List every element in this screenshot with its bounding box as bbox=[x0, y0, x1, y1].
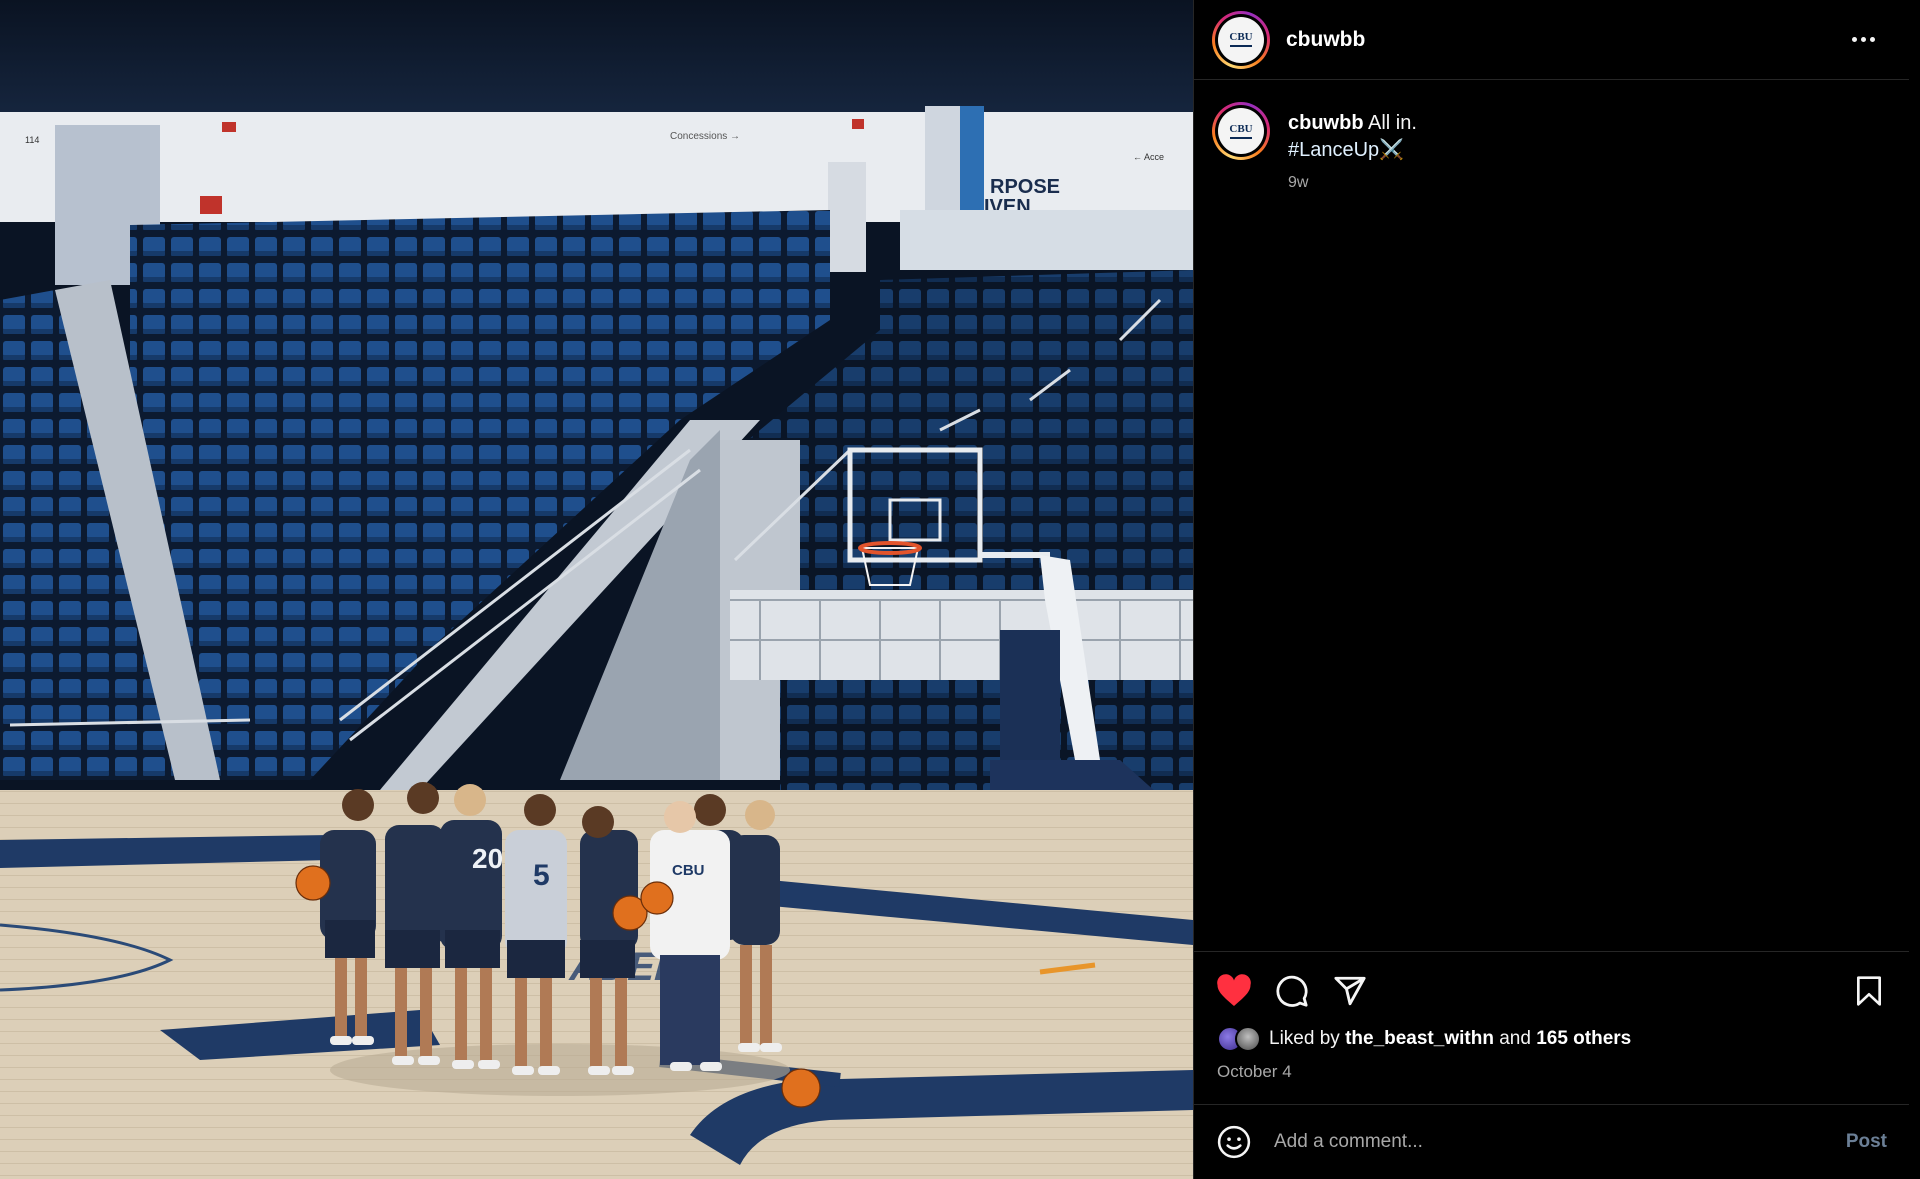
caption-username[interactable]: cbuwbb bbox=[1288, 112, 1364, 134]
post-caption: CBU cbuwbb All in. #LanceUp⚔️ 9w bbox=[1194, 80, 1909, 192]
smiley-icon[interactable] bbox=[1216, 1124, 1252, 1160]
caption-timestamp[interactable]: 9w bbox=[1288, 174, 1417, 192]
post-detail-panel: CBU cbuwbb CBU cbuwbb All in. #LanceUp⚔️… bbox=[1193, 0, 1909, 1179]
post-comment-button[interactable]: Post bbox=[1846, 1131, 1887, 1153]
jersey-number: 20 bbox=[472, 843, 503, 874]
likes-prefix: Liked by bbox=[1269, 1028, 1340, 1049]
svg-text:RPOSE: RPOSE bbox=[990, 176, 1060, 198]
section-sign: 114 bbox=[25, 135, 39, 145]
shirt-logo: CBU bbox=[672, 862, 705, 879]
liker-avatar[interactable] bbox=[1235, 1026, 1261, 1052]
caption-text: All in. bbox=[1368, 112, 1417, 134]
post-date[interactable]: October 4 bbox=[1194, 1052, 1909, 1082]
engagement-section: Liked by the_beast_withn and 165 others … bbox=[1194, 951, 1909, 1082]
more-options-icon[interactable] bbox=[1843, 20, 1883, 60]
avatar-logo: CBU bbox=[1229, 122, 1253, 135]
profile-avatar[interactable]: CBU bbox=[1212, 10, 1270, 69]
caption-hashtag[interactable]: #LanceUp⚔️ bbox=[1288, 139, 1404, 161]
likes-summary: Liked by the_beast_withn and 165 others bbox=[1194, 1026, 1909, 1052]
avatar-logo: CBU bbox=[1229, 31, 1253, 43]
likes-user-link[interactable]: the_beast_withn bbox=[1345, 1028, 1494, 1049]
comment-input[interactable] bbox=[1274, 1131, 1846, 1153]
bookmark-icon[interactable] bbox=[1847, 969, 1891, 1013]
heart-filled-icon[interactable] bbox=[1212, 969, 1256, 1013]
share-icon[interactable] bbox=[1328, 969, 1372, 1013]
comment-bar: Post bbox=[1194, 1104, 1909, 1179]
header-username[interactable]: cbuwbb bbox=[1286, 28, 1365, 52]
access-sign: ← Acce bbox=[1133, 152, 1164, 162]
action-bar bbox=[1194, 952, 1909, 1030]
caption-avatar[interactable]: CBU bbox=[1212, 102, 1270, 160]
likes-joiner: and bbox=[1499, 1028, 1531, 1049]
comment-icon[interactable] bbox=[1270, 969, 1314, 1013]
arena-photo: 114 Concessions → ← Acce RPOSE IVEN MPIO… bbox=[0, 0, 1193, 1179]
concessions-sign: Concessions → bbox=[670, 131, 740, 142]
post-header: CBU cbuwbb bbox=[1194, 0, 1909, 80]
likes-others-link[interactable]: 165 others bbox=[1536, 1028, 1631, 1049]
jersey-number: 5 bbox=[533, 859, 550, 892]
post-photo[interactable]: 114 Concessions → ← Acce RPOSE IVEN MPIO… bbox=[0, 0, 1193, 1179]
